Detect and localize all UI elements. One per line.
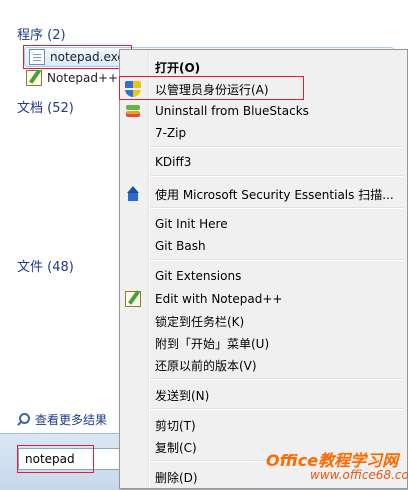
menu-item-mse-scan[interactable]: 使用 Microsoft Security Essentials 扫描...: [122, 183, 405, 205]
menu-item-send-to[interactable]: 发送到(N): [122, 384, 405, 406]
menu-item-label: 还原以前的版本(V): [155, 358, 257, 373]
menu-item-7zip[interactable]: 7-Zip: [122, 122, 405, 144]
menu-item-label: 附到「开始」菜单(U): [155, 336, 270, 351]
menu-item-open[interactable]: 打开(O): [122, 56, 405, 78]
search-icon: [15, 412, 31, 428]
menu-item-label: 复制(C): [155, 440, 197, 455]
menu-item-uninstall-bluestacks[interactable]: Uninstall from BlueStacks: [122, 100, 405, 122]
menu-item-restore-versions[interactable]: 还原以前的版本(V): [122, 354, 405, 376]
notepad-plus-plus-icon: [125, 291, 141, 307]
notepad-plus-plus-icon: [26, 70, 42, 86]
menu-item-label: 7-Zip: [155, 126, 187, 140]
result-item-label: Notepad++: [47, 71, 119, 85]
menu-item-git-extensions[interactable]: Git Extensions: [122, 265, 405, 287]
menu-item-edit-notepad-plus-plus[interactable]: Edit with Notepad++: [122, 288, 405, 310]
menu-item-kdiff3[interactable]: KDiff3: [122, 151, 405, 173]
watermark-url: www.office68.com: [310, 468, 408, 482]
menu-item-label: Git Init Here: [155, 217, 228, 231]
menu-separator: [150, 146, 403, 148]
menu-separator: [150, 175, 403, 177]
files-group-title[interactable]: 文件 (48): [17, 256, 74, 275]
menu-item-label: 锁定到任务栏(K): [155, 314, 245, 329]
menu-item-label: 以管理员身份运行(A): [155, 82, 269, 97]
notepad-file-icon: [29, 49, 45, 65]
context-menu: 打开(O) 以管理员身份运行(A) Uninstall from BlueSta…: [119, 49, 408, 489]
uac-shield-icon: [125, 81, 141, 97]
menu-item-cut[interactable]: 剪切(T): [122, 414, 405, 436]
menu-item-git-init[interactable]: Git Init Here: [122, 213, 405, 235]
menu-item-pin-start[interactable]: 附到「开始」菜单(U): [122, 332, 405, 354]
menu-item-label: KDiff3: [155, 155, 192, 169]
result-item-label: notepad.exe: [50, 50, 125, 64]
watermark: Office教程学习网 www.office68.com: [266, 447, 408, 487]
menu-separator: [150, 207, 403, 209]
menu-item-label: Git Extensions: [155, 269, 242, 283]
security-essentials-icon: [125, 186, 141, 202]
menu-separator: [150, 378, 403, 380]
menu-item-pin-taskbar[interactable]: 锁定到任务栏(K): [122, 310, 405, 332]
documents-group-title[interactable]: 文档 (52): [17, 97, 74, 116]
menu-item-label: 使用 Microsoft Security Essentials 扫描...: [155, 187, 394, 202]
menu-item-run-as-admin[interactable]: 以管理员身份运行(A): [122, 78, 405, 100]
see-more-label: 查看更多结果: [35, 413, 108, 427]
programs-group-title[interactable]: 程序 (2): [17, 24, 66, 43]
menu-item-label: 剪切(T): [155, 418, 196, 433]
see-more-results-link[interactable]: 查看更多结果: [15, 411, 107, 428]
result-item-notepad-plus-plus[interactable]: Notepad++: [26, 68, 118, 88]
menu-separator: [150, 408, 403, 410]
menu-item-label: Uninstall from BlueStacks: [155, 104, 309, 118]
menu-item-label: 发送到(N): [155, 388, 210, 403]
menu-item-label: 打开(O): [155, 60, 201, 75]
menu-item-label: Edit with Notepad++: [155, 292, 283, 306]
menu-item-git-bash[interactable]: Git Bash: [122, 235, 405, 257]
bluestacks-icon: [125, 103, 141, 119]
menu-item-label: Git Bash: [155, 239, 206, 253]
menu-item-label: 删除(D): [155, 470, 198, 485]
menu-separator: [150, 259, 403, 261]
